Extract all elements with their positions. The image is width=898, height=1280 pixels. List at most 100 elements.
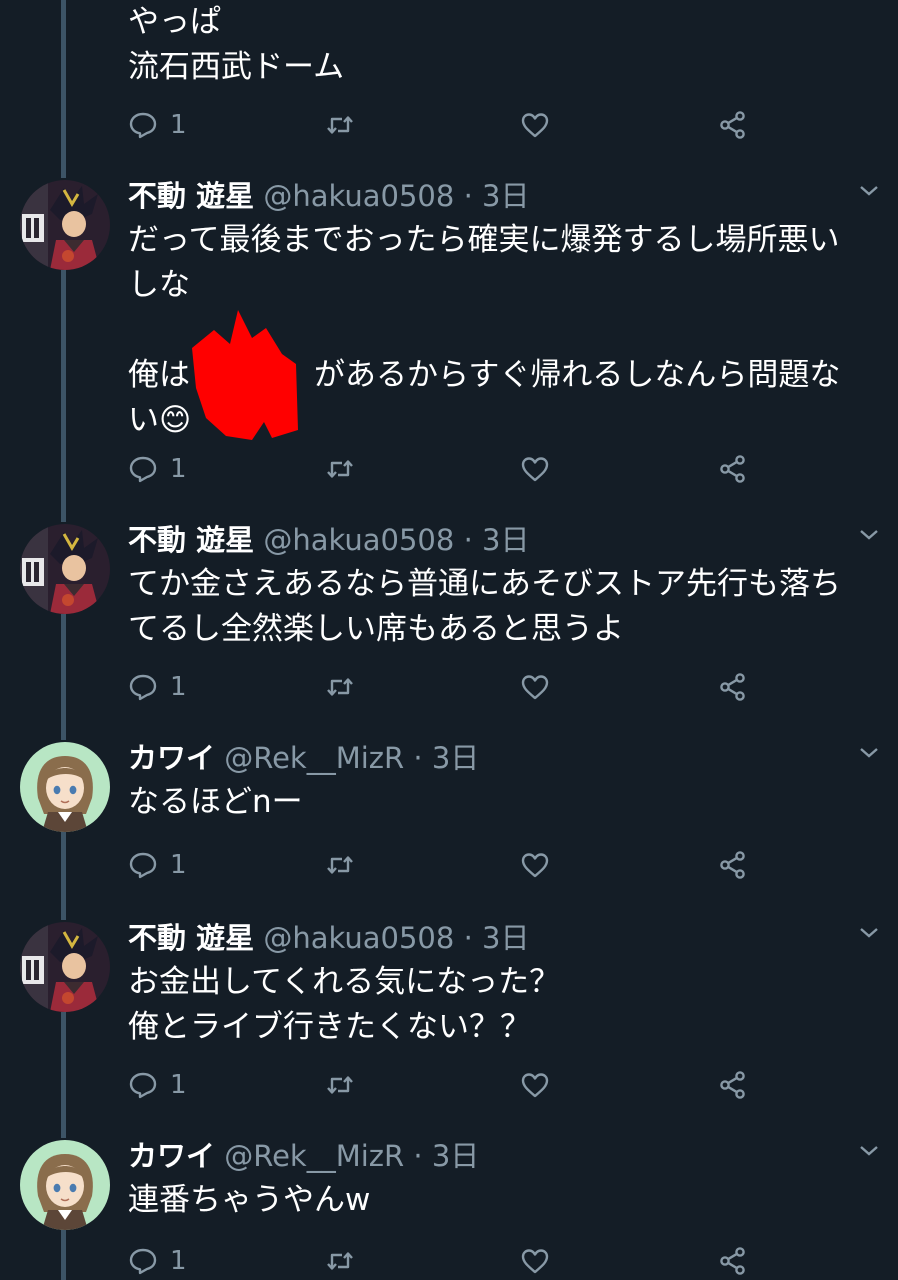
tweet-header: 不動 遊星 @hakua0508 · 3日 bbox=[128, 920, 529, 956]
yusei-avatar-image bbox=[20, 524, 110, 614]
avatar[interactable] bbox=[20, 180, 110, 270]
chevron-down-icon[interactable] bbox=[858, 184, 880, 198]
like-button[interactable] bbox=[520, 452, 550, 486]
reply-icon bbox=[128, 1070, 158, 1100]
timestamp[interactable]: 3日 bbox=[432, 1139, 479, 1173]
tweet-actions: 1 bbox=[0, 1068, 898, 1102]
share-icon bbox=[718, 1246, 748, 1276]
display-name[interactable]: 不動 遊星 bbox=[128, 921, 254, 955]
share-icon bbox=[718, 850, 748, 880]
separator: · bbox=[463, 523, 473, 557]
share-icon bbox=[718, 110, 748, 140]
reply-count: 1 bbox=[170, 110, 187, 140]
reply-button[interactable]: 1 bbox=[128, 452, 187, 486]
share-icon bbox=[718, 1070, 748, 1100]
like-icon bbox=[520, 454, 550, 484]
reply-count: 1 bbox=[170, 1246, 187, 1276]
reply-icon bbox=[128, 850, 158, 880]
handle[interactable]: @hakua0508 bbox=[263, 179, 454, 213]
chevron-down-icon[interactable] bbox=[858, 926, 880, 940]
tweet-text: 連番ちゃうやんw bbox=[128, 1182, 371, 1218]
tweet-actions: 1 bbox=[0, 848, 898, 882]
reply-count: 1 bbox=[170, 672, 187, 702]
display-name[interactable]: 不動 遊星 bbox=[128, 523, 254, 557]
tweet-actions: 1 bbox=[0, 108, 898, 142]
reply-count: 1 bbox=[170, 850, 187, 880]
separator: · bbox=[413, 1139, 423, 1173]
yusei-avatar-image bbox=[20, 922, 110, 1012]
red-redaction-scribble bbox=[192, 310, 298, 440]
kawai-avatar-image bbox=[20, 1140, 110, 1230]
like-button[interactable] bbox=[520, 848, 550, 882]
retweet-button[interactable] bbox=[325, 670, 355, 704]
tweet-header: カワイ @Rek__MizR · 3日 bbox=[128, 740, 479, 776]
timestamp[interactable]: 3日 bbox=[432, 741, 479, 775]
retweet-button[interactable] bbox=[325, 1068, 355, 1102]
share-button[interactable] bbox=[718, 848, 748, 882]
retweet-icon bbox=[325, 1070, 355, 1100]
kawai-avatar-image bbox=[20, 742, 110, 832]
tweet-header: カワイ @Rek__MizR · 3日 bbox=[128, 1138, 479, 1174]
share-button[interactable] bbox=[718, 108, 748, 142]
handle[interactable]: @hakua0508 bbox=[263, 523, 454, 557]
avatar[interactable] bbox=[20, 922, 110, 1012]
like-button[interactable] bbox=[520, 1068, 550, 1102]
retweet-icon bbox=[325, 672, 355, 702]
share-icon bbox=[718, 454, 748, 484]
handle[interactable]: @hakua0508 bbox=[263, 921, 454, 955]
tweet-actions: 1 bbox=[0, 1244, 898, 1278]
retweet-icon bbox=[325, 110, 355, 140]
chevron-down-icon[interactable] bbox=[858, 1144, 880, 1158]
chevron-down-icon[interactable] bbox=[858, 746, 880, 760]
share-button[interactable] bbox=[718, 1244, 748, 1278]
like-button[interactable] bbox=[520, 108, 550, 142]
retweet-button[interactable] bbox=[325, 108, 355, 142]
reply-button[interactable]: 1 bbox=[128, 848, 187, 882]
tweet-actions: 1 bbox=[0, 452, 898, 486]
timestamp[interactable]: 3日 bbox=[482, 523, 529, 557]
timestamp[interactable]: 3日 bbox=[482, 921, 529, 955]
retweet-button[interactable] bbox=[325, 452, 355, 486]
retweet-button[interactable] bbox=[325, 1244, 355, 1278]
like-icon bbox=[520, 1246, 550, 1276]
like-icon bbox=[520, 1070, 550, 1100]
tweet-text: なるほどnー bbox=[128, 784, 303, 820]
tweet-header: 不動 遊星 @hakua0508 · 3日 bbox=[128, 178, 529, 214]
reply-icon bbox=[128, 110, 158, 140]
chevron-down-icon[interactable] bbox=[858, 528, 880, 542]
retweet-icon bbox=[325, 850, 355, 880]
display-name[interactable]: カワイ bbox=[128, 1139, 215, 1173]
avatar[interactable] bbox=[20, 1140, 110, 1230]
separator: · bbox=[413, 741, 423, 775]
avatar[interactable] bbox=[20, 524, 110, 614]
share-button[interactable] bbox=[718, 452, 748, 486]
tweet-actions: 1 bbox=[0, 670, 898, 704]
reply-button[interactable]: 1 bbox=[128, 1244, 187, 1278]
tweet-text: やっぱ 流石西武ドーム bbox=[128, 4, 345, 85]
share-icon bbox=[718, 672, 748, 702]
display-name[interactable]: カワイ bbox=[128, 741, 215, 775]
thread-line bbox=[61, 0, 66, 178]
reply-icon bbox=[128, 1246, 158, 1276]
separator: · bbox=[463, 921, 473, 955]
reply-icon bbox=[128, 454, 158, 484]
display-name[interactable]: 不動 遊星 bbox=[128, 179, 254, 213]
like-button[interactable] bbox=[520, 670, 550, 704]
like-icon bbox=[520, 850, 550, 880]
retweet-button[interactable] bbox=[325, 848, 355, 882]
avatar[interactable] bbox=[20, 742, 110, 832]
reply-button[interactable]: 1 bbox=[128, 108, 187, 142]
handle[interactable]: @Rek__MizR bbox=[224, 741, 404, 775]
like-button[interactable] bbox=[520, 1244, 550, 1278]
like-icon bbox=[520, 110, 550, 140]
reply-button[interactable]: 1 bbox=[128, 1068, 187, 1102]
handle[interactable]: @Rek__MizR bbox=[224, 1139, 404, 1173]
share-button[interactable] bbox=[718, 1068, 748, 1102]
share-button[interactable] bbox=[718, 670, 748, 704]
yusei-avatar-image bbox=[20, 180, 110, 270]
reply-count: 1 bbox=[170, 1070, 187, 1100]
timestamp[interactable]: 3日 bbox=[482, 179, 529, 213]
tweet-text: てか金さえあるなら普通にあそびストア先行も落ち てるし全然楽しい席もあると思うよ bbox=[128, 566, 841, 647]
tweet-header: 不動 遊星 @hakua0508 · 3日 bbox=[128, 522, 529, 558]
reply-button[interactable]: 1 bbox=[128, 670, 187, 704]
